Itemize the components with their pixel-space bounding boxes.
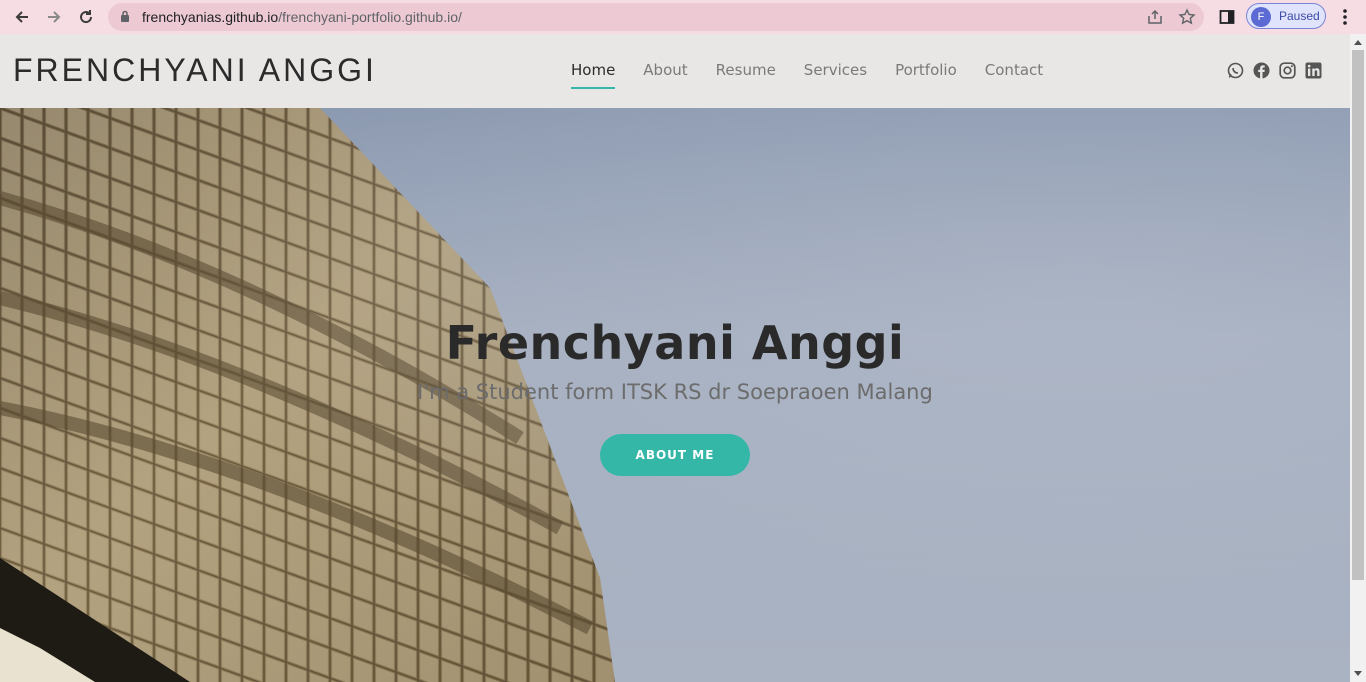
- site-header: FRENCHYANI ANGGI Home About Resume Servi…: [0, 34, 1350, 108]
- forward-arrow-icon[interactable]: [42, 5, 66, 29]
- address-bar[interactable]: frenchyanias.github.io/frenchyani-portfo…: [108, 3, 1204, 31]
- web-page: Frenchyani Anggi I'm a Student form ITSK…: [0, 34, 1350, 682]
- profile-status: Paused: [1279, 9, 1320, 23]
- linkedin-icon[interactable]: [1304, 61, 1322, 79]
- scroll-down-arrow-icon[interactable]: [1354, 671, 1362, 676]
- nav-item-contact[interactable]: Contact: [985, 61, 1043, 79]
- reload-icon[interactable]: [74, 5, 98, 29]
- nav-item-about[interactable]: About: [643, 61, 687, 79]
- main-nav: Home About Resume Services Portfolio Con…: [571, 61, 1071, 89]
- social-links: [1226, 61, 1330, 79]
- url-path: /frenchyani-portfolio.github.io/: [278, 9, 462, 25]
- back-arrow-icon[interactable]: [10, 5, 34, 29]
- hero-subtitle: I'm a Student form ITSK RS dr Soepraoen …: [417, 380, 933, 404]
- scroll-up-arrow-icon[interactable]: [1354, 40, 1362, 45]
- hero-section: Frenchyani Anggi I'm a Student form ITSK…: [0, 108, 1350, 682]
- url-text: frenchyanias.github.io/frenchyani-portfo…: [142, 9, 462, 25]
- nav-item-resume[interactable]: Resume: [716, 61, 776, 79]
- about-me-button[interactable]: ABOUT ME: [600, 434, 750, 476]
- nav-item-portfolio[interactable]: Portfolio: [895, 61, 957, 79]
- browser-toolbar: frenchyanias.github.io/frenchyani-portfo…: [0, 0, 1366, 34]
- page-scrollbar[interactable]: [1350, 34, 1366, 682]
- url-host: frenchyanias.github.io: [142, 9, 279, 25]
- avatar: F: [1251, 7, 1271, 27]
- scrollbar-thumb[interactable]: [1352, 50, 1364, 580]
- instagram-icon[interactable]: [1278, 61, 1296, 79]
- kebab-menu-icon[interactable]: [1333, 5, 1357, 29]
- hero-title: Frenchyani Anggi: [445, 316, 905, 370]
- bookmark-star-icon[interactable]: [1178, 8, 1196, 26]
- profile-button[interactable]: F Paused: [1246, 3, 1326, 29]
- lock-icon: [121, 10, 129, 22]
- nav-item-home[interactable]: Home: [571, 61, 616, 89]
- whatsapp-icon[interactable]: [1226, 61, 1244, 79]
- share-icon[interactable]: [1146, 8, 1164, 26]
- site-logo[interactable]: FRENCHYANI ANGGI: [13, 52, 377, 89]
- nav-item-services[interactable]: Services: [804, 61, 867, 79]
- facebook-icon[interactable]: [1252, 61, 1270, 79]
- side-panel-icon[interactable]: [1215, 5, 1239, 29]
